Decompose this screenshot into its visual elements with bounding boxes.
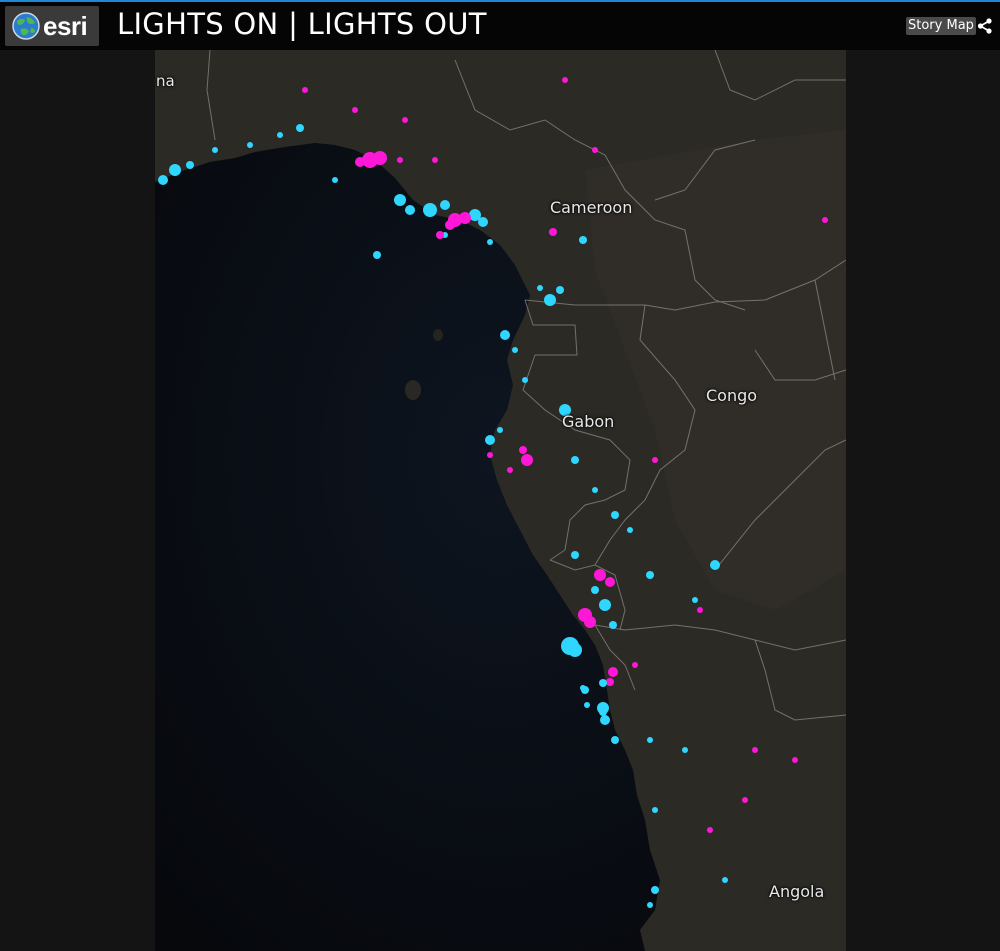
logo-text: esri bbox=[43, 11, 88, 41]
light-offshore-3 bbox=[599, 708, 607, 716]
label-cameroon: Cameroon bbox=[550, 198, 633, 217]
share-icon[interactable] bbox=[977, 18, 993, 34]
story-map-button[interactable]: Story Map bbox=[906, 17, 976, 35]
page-title: LIGHTS ON | LIGHTS OUT bbox=[117, 7, 487, 41]
island-bioko bbox=[405, 380, 421, 400]
light-offshore-2 bbox=[599, 679, 607, 687]
night-lights-map[interactable]: na Cameroon Congo Gabon Angola bbox=[155, 50, 846, 951]
label-congo: Congo bbox=[706, 386, 758, 405]
light-offshore-1 bbox=[562, 638, 578, 654]
map-canvas[interactable] bbox=[155, 50, 846, 951]
label-partial-top-left: na bbox=[156, 72, 175, 90]
island bbox=[433, 329, 443, 341]
globe-icon bbox=[12, 12, 40, 40]
label-gabon: Gabon bbox=[562, 412, 615, 431]
app-header: esri LIGHTS ON | LIGHTS OUT Story Map bbox=[0, 2, 1000, 50]
esri-logo[interactable]: esri bbox=[5, 6, 99, 46]
label-angola: Angola bbox=[769, 882, 825, 901]
